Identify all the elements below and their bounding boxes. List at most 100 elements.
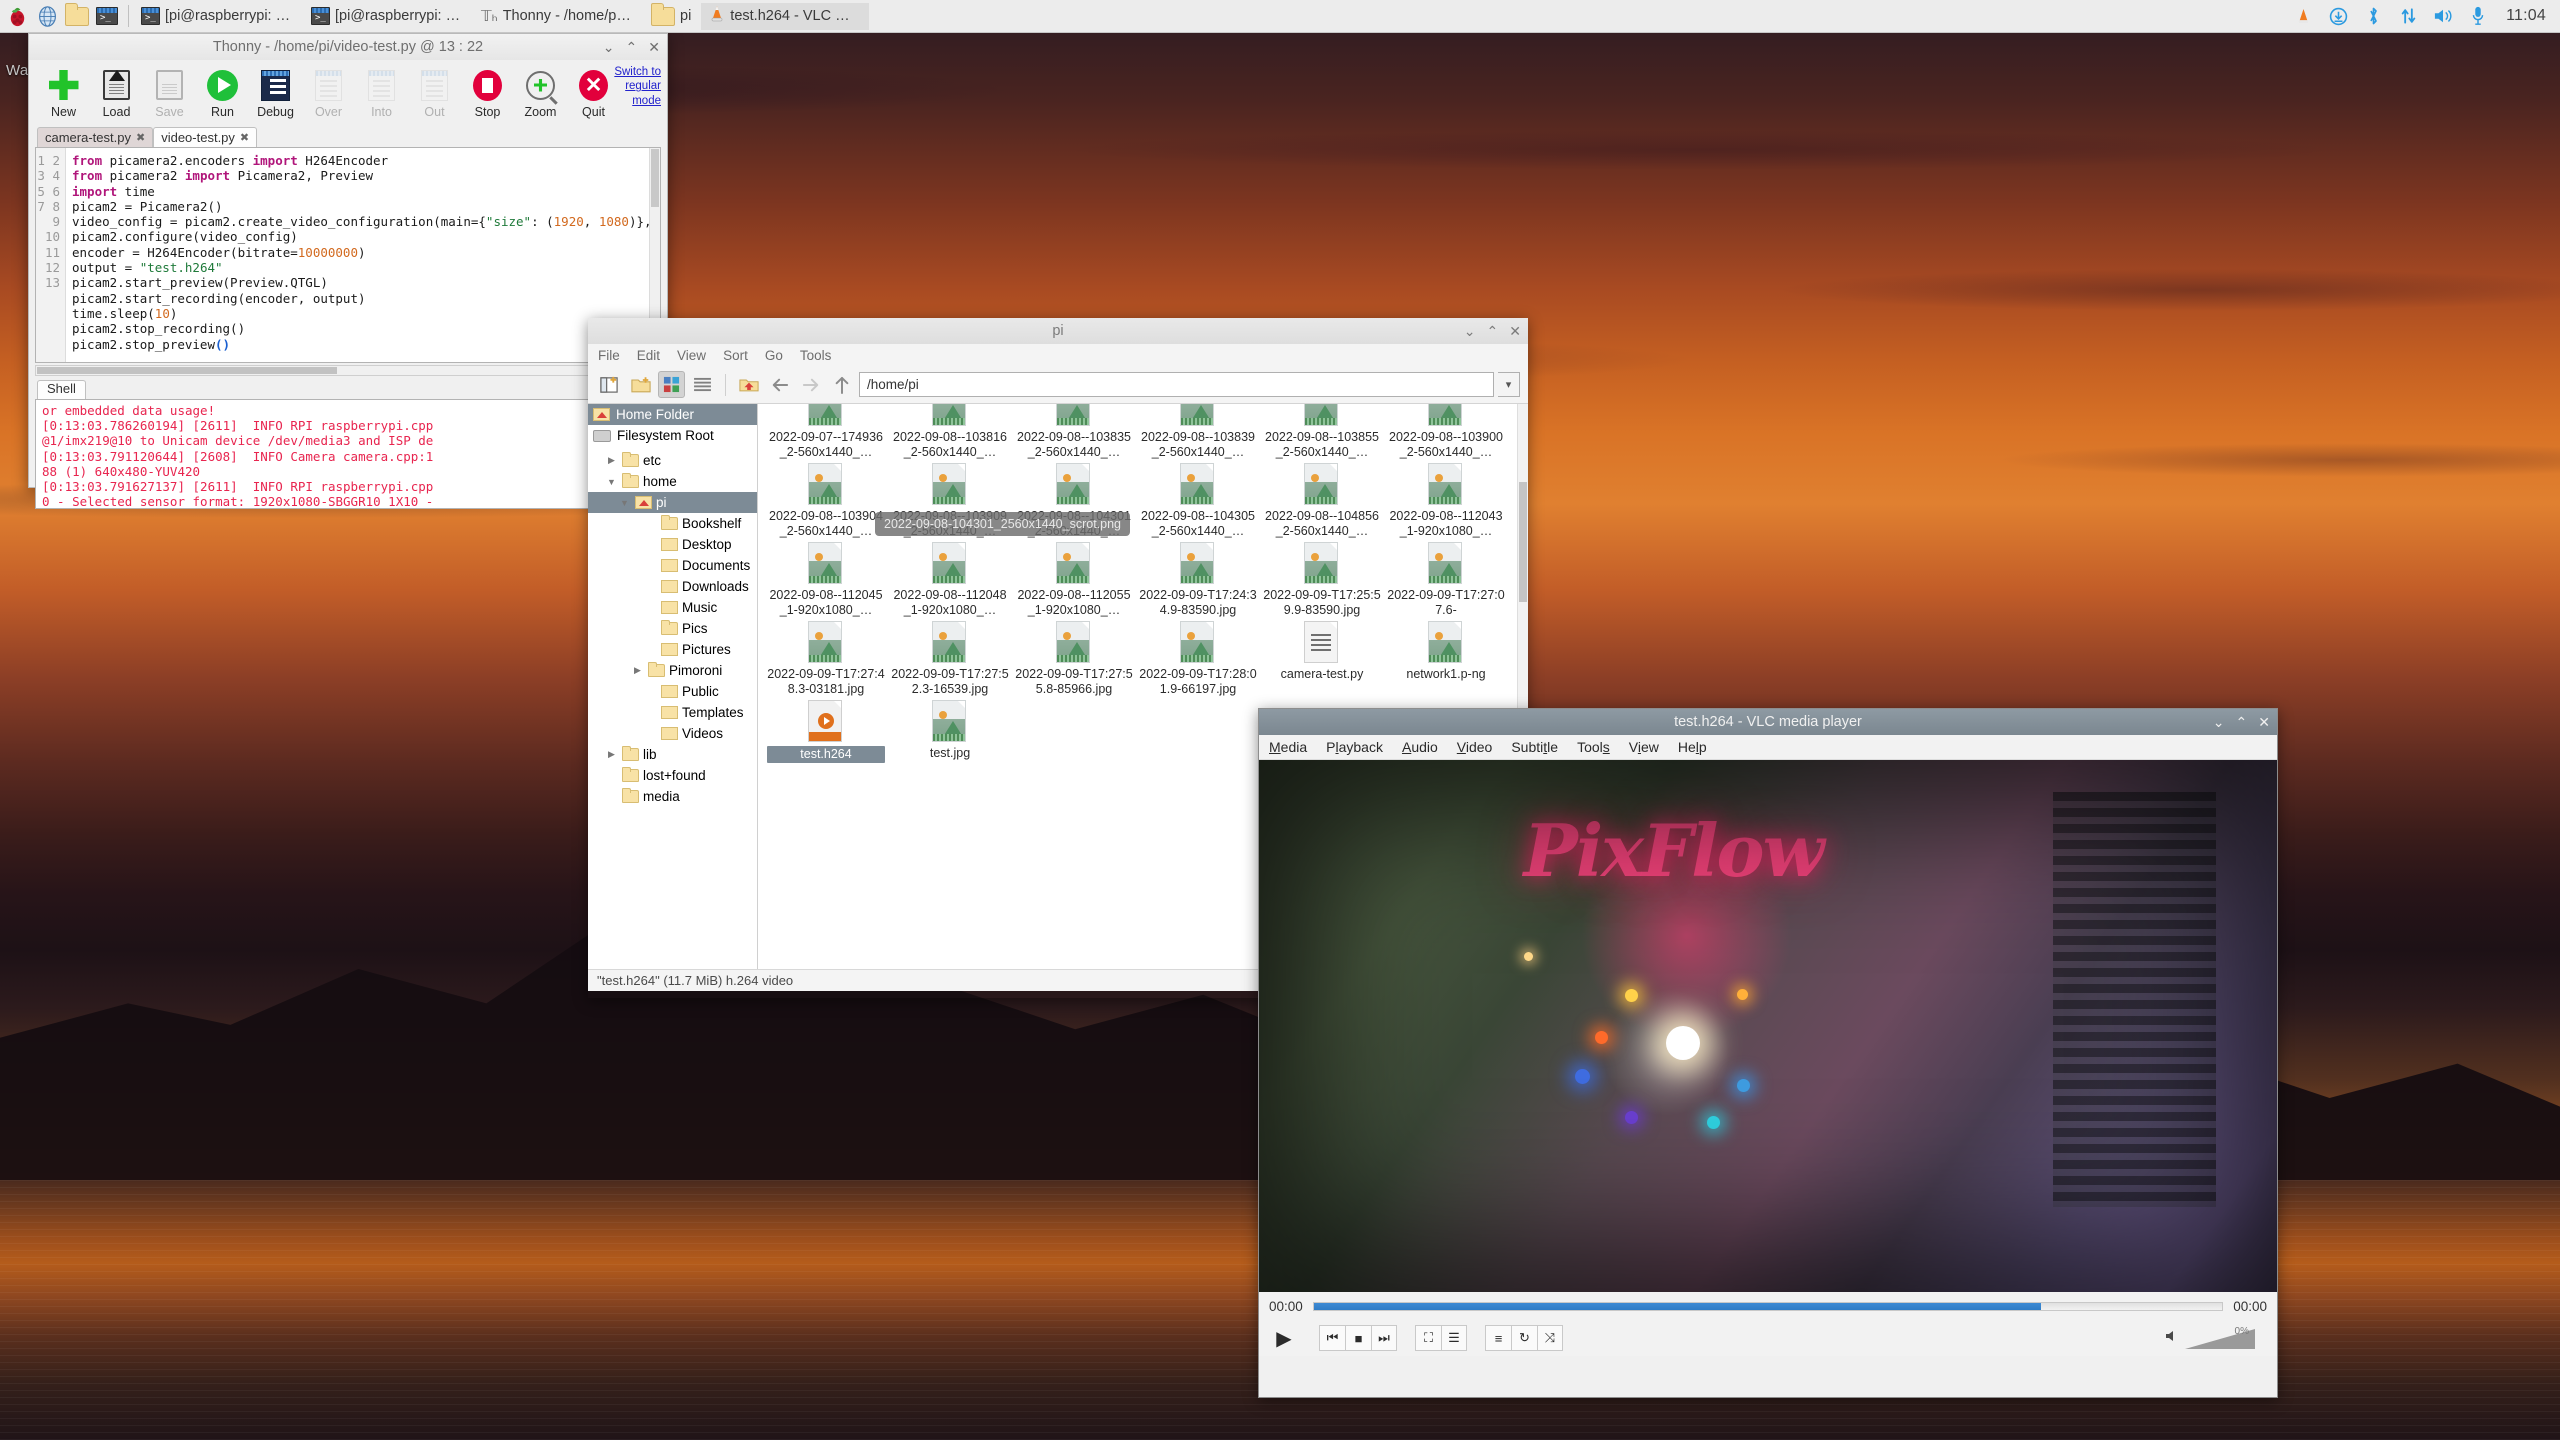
loop-button[interactable]: ↻ [1511, 1325, 1537, 1351]
menu-file[interactable]: File [598, 348, 620, 363]
file-item[interactable]: 2022-09-08--112045_1-920x1080_… [764, 538, 888, 617]
vlc-tray-cone-icon[interactable] [2292, 5, 2314, 27]
file-item[interactable]: camera-test.py [1260, 617, 1384, 696]
file-item[interactable]: 2022-09-08--104856_2-560x1440_… [1260, 459, 1384, 538]
new-button[interactable]: New [37, 64, 90, 119]
file-item[interactable]: 2022-09-08--104305_2-560x1440_… [1136, 459, 1260, 538]
menu-go[interactable]: Go [765, 348, 783, 363]
tree-item-documents[interactable]: Documents [588, 555, 757, 576]
menu-tools[interactable]: Tools [800, 348, 832, 363]
minimize-icon[interactable]: ⌄ [2213, 715, 2225, 729]
taskbar-window-filemanager[interactable]: pi [643, 2, 699, 30]
tree-item-templates[interactable]: Templates [588, 702, 757, 723]
random-button[interactable]: ⤨ [1537, 1325, 1563, 1351]
menu-playback[interactable]: Playback [1326, 739, 1383, 755]
tree-item-bookshelf[interactable]: Bookshelf [588, 513, 757, 534]
file-item[interactable]: 2022-09-08--103904_2-560x1440_… [764, 459, 888, 538]
tree-item-pimoroni[interactable]: ▶ Pimoroni [588, 660, 757, 681]
tree-item-pics[interactable]: Pics [588, 618, 757, 639]
file-item[interactable]: 2022-09-08--103855_2-560x1440_… [1260, 404, 1384, 459]
stop-button[interactable]: ■ [1345, 1325, 1371, 1351]
file-item[interactable]: 2022-09-09-T17:28:01.9-66197.jpg [1136, 617, 1260, 696]
file-item[interactable]: 2022-09-08--103839_2-560x1440_… [1136, 404, 1260, 459]
file-item[interactable]: network1.p-ng [1384, 617, 1508, 696]
home-button[interactable] [735, 371, 762, 398]
chevron-down-icon[interactable]: ▼ [618, 498, 631, 508]
menu-video[interactable]: Video [1457, 739, 1493, 755]
maximize-icon[interactable]: ⌃ [626, 40, 638, 54]
chevron-right-icon[interactable]: ▶ [605, 749, 618, 760]
editor-tab-video-test[interactable]: video-test.py ✖ [153, 127, 258, 147]
stop-button[interactable]: Stop [461, 64, 514, 119]
back-button[interactable] [766, 371, 793, 398]
tree-item-public[interactable]: Public [588, 681, 757, 702]
zoom-button[interactable]: Zoom [514, 64, 567, 119]
menu-edit[interactable]: Edit [637, 348, 660, 363]
seek-slider[interactable] [1312, 1301, 2224, 1311]
tree-item-pi[interactable]: ▼ pi [588, 492, 757, 513]
new-folder-button[interactable] [627, 371, 654, 398]
menu-help[interactable]: Help [1678, 739, 1707, 755]
forward-button[interactable] [797, 371, 824, 398]
file-item[interactable]: 2022-09-08--103835_2-560x1440_… [1012, 404, 1136, 459]
tree-item-lost-found[interactable]: lost+found [588, 765, 757, 786]
chevron-right-icon[interactable]: ▶ [631, 665, 644, 676]
step-into-button[interactable]: Into [355, 64, 408, 119]
tree-item-downloads[interactable]: Downloads [588, 576, 757, 597]
scrollbar-thumb[interactable] [37, 367, 337, 374]
file-item[interactable]: 2022-09-08--103816_2-560x1440_… [888, 404, 1012, 459]
file-item[interactable]: 2022-09-09-T17:27:07.6- [1384, 538, 1508, 617]
tree-item-music[interactable]: Music [588, 597, 757, 618]
microphone-icon[interactable] [2467, 5, 2489, 27]
tree-item-lib[interactable]: ▶ lib [588, 744, 757, 765]
tree-item-media[interactable]: media [588, 786, 757, 807]
step-out-button[interactable]: Out [408, 64, 461, 119]
code-text[interactable]: from picamera2.encoders import H264Encod… [66, 148, 660, 362]
play-button[interactable]: ▶ [1267, 1322, 1301, 1354]
tree-item-desktop[interactable]: Desktop [588, 534, 757, 555]
thonny-titlebar[interactable]: Thonny - /home/pi/video-test.py @ 13 : 2… [29, 34, 667, 60]
scrollbar-thumb[interactable] [651, 149, 659, 207]
icon-view-button[interactable] [658, 371, 685, 398]
taskbar-window-terminal-2[interactable]: [pi@raspberrypi: ~/Pi… [303, 3, 471, 30]
minimize-icon[interactable]: ⌄ [603, 40, 615, 54]
menu-tools[interactable]: Tools [1577, 739, 1610, 755]
close-icon[interactable]: ✕ [648, 40, 660, 54]
menu-sort[interactable]: Sort [723, 348, 748, 363]
up-button[interactable] [828, 371, 855, 398]
menu-view[interactable]: View [677, 348, 706, 363]
close-icon[interactable]: ✖ [240, 131, 249, 144]
file-item[interactable]: 2022-09-09-T17:27:52.3-16539.jpg [888, 617, 1012, 696]
file-item[interactable]: test.h264 [764, 696, 888, 763]
switch-to-regular-mode-link[interactable]: Switch to regular mode [609, 65, 661, 108]
editor-tab-camera-test[interactable]: camera-test.py ✖ [37, 127, 154, 147]
tree-item-etc[interactable]: ▶ etc [588, 450, 757, 471]
next-button[interactable]: ⏭ [1371, 1325, 1397, 1351]
maximize-icon[interactable]: ⌃ [1487, 324, 1499, 338]
file-item[interactable]: 2022-09-08--112043_1-920x1080_… [1384, 459, 1508, 538]
volume-slider[interactable]: 0% [2185, 1326, 2257, 1349]
taskbar-clock[interactable]: 11:04 [2502, 7, 2546, 25]
taskbar-window-thonny[interactable]: 𝕋ₕ Thonny - /home/pi/… [473, 3, 641, 30]
updates-icon[interactable] [2327, 5, 2349, 27]
chevron-down-icon[interactable]: ▾ [1498, 372, 1520, 397]
scrollbar-thumb[interactable] [1519, 482, 1527, 602]
menu-media[interactable]: Media [1269, 739, 1307, 755]
fullscreen-button[interactable]: ⛶ [1415, 1325, 1441, 1351]
chevron-down-icon[interactable]: ▼ [605, 477, 618, 487]
file-item[interactable]: 2022-09-08--112048_1-920x1080_… [888, 538, 1012, 617]
file-item[interactable]: 2022-09-09-T17:24:34.9-83590.jpg [1136, 538, 1260, 617]
bluetooth-icon[interactable] [2362, 5, 2384, 27]
menu-subtitle[interactable]: Subtitle [1511, 739, 1558, 755]
file-item[interactable]: 2022-09-07--174936_2-560x1440_… [764, 404, 888, 459]
taskbar-window-vlc[interactable]: test.h264 - VLC medi… [701, 2, 870, 30]
editor-horizontal-scrollbar[interactable] [35, 365, 661, 376]
extended-settings-button[interactable]: ☰ [1441, 1325, 1467, 1351]
file-manager-icon[interactable] [62, 1, 92, 31]
chevron-right-icon[interactable]: ▶ [605, 455, 618, 466]
network-icon[interactable] [2397, 5, 2419, 27]
terminal-icon[interactable] [92, 1, 122, 31]
previous-button[interactable]: ⏮ [1319, 1325, 1345, 1351]
path-input[interactable]: /home/pi [859, 372, 1494, 397]
taskbar-window-terminal-1[interactable]: [pi@raspberrypi: ~/Pi… [133, 3, 301, 30]
